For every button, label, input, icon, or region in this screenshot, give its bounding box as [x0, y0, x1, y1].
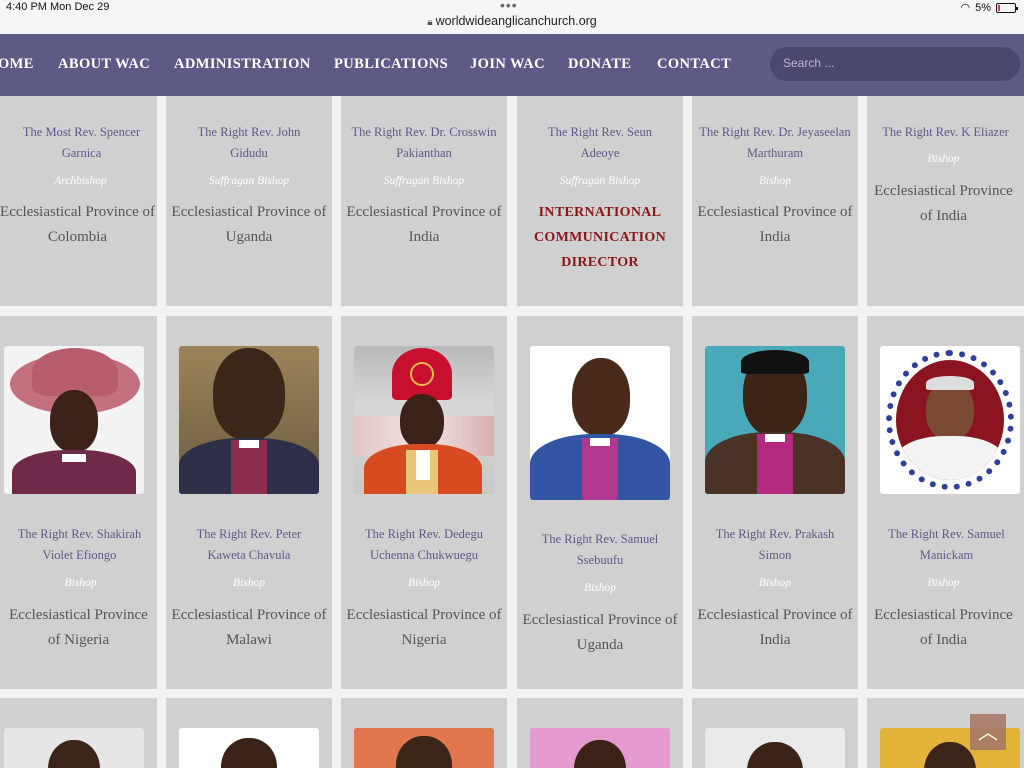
nav-home[interactable]: OME: [0, 56, 34, 73]
clergy-card[interactable]: [692, 698, 858, 768]
nav-publications[interactable]: PUBLICATIONS: [334, 56, 448, 73]
clergy-name[interactable]: The Most Rev. Spencer Garnica: [12, 122, 151, 164]
clergy-photo[interactable]: [4, 346, 144, 494]
nav-contact[interactable]: CONTACT: [657, 56, 731, 73]
status-right: ◠ 5%: [960, 1, 1018, 14]
clergy-role: Archbishop: [54, 175, 107, 187]
nav-join-wac[interactable]: JOIN WAC: [470, 56, 545, 73]
clergy-photo[interactable]: [530, 728, 670, 768]
clergy-name[interactable]: The Right Rev. Dr. Jeyaseelan Marthuram: [698, 122, 852, 164]
clergy-name[interactable]: The Right Rev. Samuel Ssebuufu: [537, 529, 663, 571]
clergy-name[interactable]: The Right Rev. Dr. Crosswin Pakianthan: [347, 122, 501, 164]
clergy-photo[interactable]: [179, 728, 319, 768]
clergy-role: Bishop: [927, 153, 960, 165]
clergy-card[interactable]: The Right Rev. Peter Kaweta Chavula Bish…: [166, 316, 332, 689]
clergy-role: Bishop: [759, 175, 791, 187]
clergy-photo[interactable]: [179, 346, 319, 494]
clergy-photo[interactable]: [705, 728, 845, 768]
clergy-photo[interactable]: [4, 728, 144, 768]
clergy-province: Ecclesiastical Province of Colombia: [0, 204, 155, 245]
clergy-card[interactable]: The Right Rev. Dr. Crosswin Pakianthan S…: [341, 96, 507, 306]
chevron-up-icon[interactable]: ︿: [970, 714, 1006, 750]
clergy-name[interactable]: The Right Rev. Prakash Simon: [710, 524, 840, 566]
clergy-name[interactable]: The Right Rev. K Eliazer: [873, 122, 1018, 143]
clergy-card[interactable]: The Right Rev. Samuel Ssebuufu Bishop Ec…: [517, 316, 683, 689]
clergy-province: Ecclesiastical Province of India: [697, 204, 853, 245]
more-dots-icon[interactable]: •••: [500, 0, 518, 13]
address-bar[interactable]: 🔒︎ worldwideanglicanchurch.org: [0, 14, 1024, 28]
status-time: 4:40 PM: [6, 1, 47, 13]
clergy-title: INTERNATIONAL COMMUNICATION DIRECTOR: [534, 205, 666, 270]
clergy-card[interactable]: The Right Rev. John Gidudu Suffragan Bis…: [166, 96, 332, 306]
clergy-photo[interactable]: [354, 346, 494, 494]
clergy-photo[interactable]: [880, 346, 1020, 494]
clergy-card[interactable]: The Most Rev. Spencer Garnica Archbishop…: [0, 96, 157, 306]
clergy-card[interactable]: The Right Rev. Samuel Manickam Bishop Ec…: [867, 316, 1024, 689]
clergy-card[interactable]: [0, 698, 157, 768]
clergy-role: Bishop: [64, 577, 97, 589]
clergy-name[interactable]: The Right Rev. Seun Adeoye: [539, 122, 661, 164]
clergy-card[interactable]: [166, 698, 332, 768]
clergy-province: Ecclesiastical Province of India: [346, 204, 502, 245]
clergy-province: Ecclesiastical Province of Nigeria: [9, 607, 148, 648]
clergy-name[interactable]: The Right Rev. Dedegu Uchenna Chukwuegu: [347, 524, 501, 566]
clergy-province: Ecclesiastical Province of Uganda: [171, 204, 327, 245]
lock-icon: 🔒︎: [427, 17, 433, 28]
clergy-name[interactable]: The Right Rev. Samuel Manickam: [873, 524, 1020, 566]
clergy-role: Bishop: [927, 577, 960, 589]
clergy-card[interactable]: The Right Rev. Dr. Jeyaseelan Marthuram …: [692, 96, 858, 306]
clergy-card[interactable]: The Right Rev. Dedegu Uchenna Chukwuegu …: [341, 316, 507, 689]
clergy-role: Suffragan Bishop: [383, 175, 465, 187]
status-date: Mon Dec 29: [50, 1, 110, 13]
clergy-card[interactable]: The Right Rev. K Eliazer Bishop Ecclesia…: [867, 96, 1024, 306]
clergy-province: Ecclesiastical Province of Uganda: [522, 612, 678, 653]
clergy-province: Ecclesiastical Province of India: [874, 183, 1013, 224]
clergy-role: Bishop: [233, 577, 265, 589]
clergy-name[interactable]: The Right Rev. Peter Kaweta Chavula: [184, 524, 314, 566]
search-box[interactable]: [770, 47, 1020, 81]
search-input[interactable]: [783, 56, 1003, 70]
clergy-photo[interactable]: [705, 346, 845, 494]
wifi-icon: ◠: [960, 2, 971, 14]
status-bar: 4:40 PM Mon Dec 29 ••• 🔒︎ worldwideanglic…: [0, 0, 1024, 34]
clergy-role: Suffragan Bishop: [208, 175, 290, 187]
nav-donate[interactable]: DONATE: [568, 56, 631, 73]
nav-administration[interactable]: ADMINISTRATION: [174, 56, 311, 73]
battery-percent: 5%: [975, 1, 991, 14]
clergy-photo[interactable]: [530, 346, 670, 500]
url-text: worldwideanglicanchurch.org: [435, 14, 597, 28]
clergy-role: Bishop: [408, 577, 440, 589]
nav-about-wac[interactable]: ABOUT WAC: [58, 56, 150, 73]
clergy-card[interactable]: The Right Rev. Seun Adeoye Suffragan Bis…: [517, 96, 683, 306]
clergy-province: Ecclesiastical Province of Malawi: [171, 607, 327, 648]
clergy-card[interactable]: [341, 698, 507, 768]
clergy-province: Ecclesiastical Province of India: [874, 607, 1013, 648]
clergy-role: Bishop: [759, 577, 791, 589]
clergy-province: Ecclesiastical Province of India: [697, 607, 853, 648]
clergy-card[interactable]: The Right Rev. Prakash Simon Bishop Eccl…: [692, 316, 858, 689]
clergy-name[interactable]: The Right Rev. John Gidudu: [188, 122, 310, 164]
clergy-role: Suffragan Bishop: [559, 175, 641, 187]
clergy-card[interactable]: The Right Rev. Shakirah Violet Efiongo B…: [0, 316, 157, 689]
clergy-card[interactable]: [517, 698, 683, 768]
main-nav: OME ABOUT WAC ADMINISTRATION PUBLICATION…: [0, 34, 1024, 96]
clergy-photo[interactable]: [354, 728, 494, 768]
clergy-name[interactable]: The Right Rev. Shakirah Violet Efiongo: [8, 524, 151, 566]
clergy-province: Ecclesiastical Province of Nigeria: [346, 607, 502, 648]
clergy-role: Bishop: [584, 582, 616, 594]
battery-icon: [996, 2, 1018, 13]
